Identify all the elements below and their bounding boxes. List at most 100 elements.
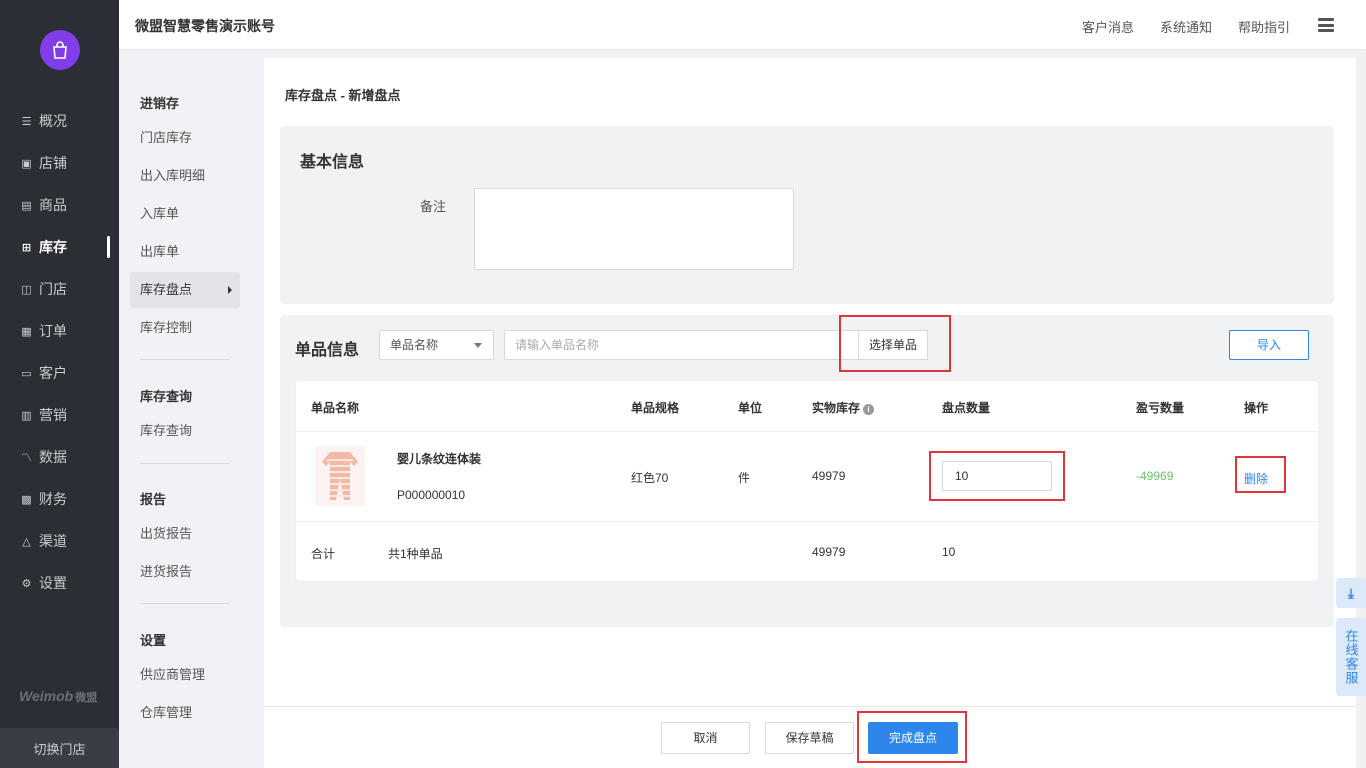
col-header-diff: 盈亏数量 [1136, 401, 1185, 415]
nav-item-customers[interactable]: ▭ 客户 [0, 352, 119, 394]
nav-item-overview[interactable]: ☰ 概况 [0, 100, 119, 142]
nav-item-orders[interactable]: ▦ 订单 [0, 310, 119, 352]
nav-item-marketing[interactable]: ▥ 营销 [0, 394, 119, 436]
subnav-item-store-stock[interactable]: 门店库存 [130, 120, 240, 156]
nav-item-channel[interactable]: △ 渠道 [0, 520, 119, 562]
divider [140, 359, 230, 360]
product-thumbnail [315, 446, 365, 506]
subnav-item-stock-control[interactable]: 库存控制 [130, 310, 240, 346]
nav-label: 店铺 [39, 155, 67, 171]
nav-item-shop[interactable]: ▣ 店铺 [0, 142, 119, 184]
line-chart-icon: 〽 [21, 452, 32, 464]
cancel-button[interactable]: 取消 [661, 722, 750, 754]
nav-label: 营销 [39, 407, 67, 423]
main-nav: ☰ 概况 ▣ 店铺 ▤ 商品 ⊞ 库存 ◫ 门店 ▦ 订单 ▭ 客户 ▥ 营销 〽数据 ▩ 财务 … [0, 0, 119, 768]
nav-label: 库存 [39, 239, 67, 255]
highlight-box [929, 451, 1065, 501]
product-stock: 49979 [812, 469, 846, 483]
breadcrumb: 库存盘点 - 新增盘点 [285, 88, 401, 103]
nav-label: 概况 [39, 113, 67, 129]
total-label: 合计 [311, 547, 336, 561]
divider [140, 603, 230, 604]
item-search-input[interactable] [504, 330, 859, 360]
info-icon[interactable]: i [863, 404, 875, 415]
divider [296, 431, 1318, 432]
highlight-box [1235, 456, 1286, 493]
subnav-item-inout-detail[interactable]: 出入库明细 [130, 158, 240, 194]
online-service-button[interactable]: 在线客服 [1336, 618, 1366, 696]
secondary-nav: 进销存 门店库存 出入库明细 入库单 出库单 库存盘点 库存控制 库存查询 库存… [119, 50, 264, 768]
col-header-name: 单品名称 [311, 401, 360, 415]
subnav-group-title: 进销存 [140, 96, 180, 111]
col-header-spec: 单品规格 [631, 401, 680, 415]
total-count: 10 [942, 545, 956, 559]
nav-label: 设置 [39, 575, 67, 591]
finance-icon: ▩ [21, 493, 32, 506]
store-logo[interactable] [40, 30, 80, 70]
brand-logo: Weimob 微盟 [19, 688, 97, 705]
nav-label: 门店 [39, 281, 67, 297]
account-title: 微盟智慧零售演示账号 [135, 18, 275, 34]
nav-item-data[interactable]: 〽数据 [0, 436, 119, 478]
subnav-item-stock-query[interactable]: 库存查询 [130, 413, 240, 449]
nav-item-settings[interactable]: ⚙ 设置 [0, 562, 119, 604]
subnav-item-inbound[interactable]: 入库单 [130, 196, 240, 232]
nav-label: 商品 [39, 197, 67, 213]
import-button[interactable]: 导入 [1229, 330, 1309, 360]
save-draft-button[interactable]: 保存草稿 [765, 722, 854, 754]
brand-name: Weimob [19, 688, 74, 704]
hamburger-menu-icon[interactable] [1318, 18, 1334, 32]
shop-icon: ▣ [21, 157, 32, 170]
total-stock: 49979 [812, 545, 846, 559]
col-header-action: 操作 [1244, 401, 1269, 415]
product-name: 婴儿条纹连体装 [397, 452, 482, 466]
subnav-group-title: 库存查询 [140, 389, 193, 404]
basic-info-panel: 基本信息 备注 [280, 126, 1334, 304]
product-unit: 件 [738, 471, 751, 485]
customer-messages-link[interactable]: 客户消息 [1082, 17, 1134, 36]
product-spec: 红色70 [631, 471, 669, 485]
system-notice-link[interactable]: 系统通知 [1160, 17, 1212, 36]
item-info-panel: 单品信息 单品名称 选择单品 导入 单品名称 单品规格 单位 实物库存i 盘点数… [280, 315, 1334, 627]
nav-item-stores[interactable]: ◫ 门店 [0, 268, 119, 310]
order-icon: ▦ [21, 325, 32, 338]
download-icon[interactable]: ⤓ [1336, 578, 1366, 608]
subnav-item-outbound[interactable]: 出库单 [130, 234, 240, 270]
gear-icon: ⚙ [21, 577, 32, 590]
nav-label: 订单 [39, 323, 67, 339]
divider [140, 463, 230, 464]
item-table: 单品名称 单品规格 单位 实物库存 i 盘点数量 盈亏数量 操作 婴儿条纹连体装… [295, 380, 1319, 582]
goods-icon: ▤ [21, 199, 32, 212]
highlight-box [857, 711, 967, 763]
chart-bar-icon: ▥ [21, 409, 32, 422]
subnav-item-stocktake[interactable]: 库存盘点 [130, 272, 240, 308]
highlight-box [839, 315, 951, 372]
diff-quantity: -49969 [1136, 469, 1174, 483]
col-header-stock-label: 实物库存 [812, 401, 861, 415]
nav-item-goods[interactable]: ▤ 商品 [0, 184, 119, 226]
vip-icon: ▭ [21, 367, 32, 380]
store-icon: ◫ [21, 283, 32, 296]
subnav-item-supplier[interactable]: 供应商管理 [130, 657, 240, 693]
search-field-select[interactable]: 单品名称 [379, 330, 494, 360]
top-header: 微盟智慧零售演示账号 客户消息 系统通知 帮助指引 [119, 0, 1366, 50]
subnav-group-title: 设置 [140, 633, 167, 648]
nav-label: 渠道 [39, 533, 67, 549]
col-header-unit: 单位 [738, 401, 763, 415]
col-header-stock: 实物库存 i [812, 399, 875, 416]
main-content: 库存盘点 - 新增盘点 基本信息 备注 单品信息 单品名称 选择单品 导入 单品… [264, 58, 1356, 768]
grid-icon: ⊞ [21, 241, 32, 254]
subnav-item-warehouse[interactable]: 仓库管理 [130, 695, 240, 731]
switch-store-button[interactable]: 切换门店 [0, 728, 119, 768]
nav-item-inventory[interactable]: ⊞ 库存 [0, 226, 119, 268]
list-icon: ☰ [21, 115, 32, 128]
remark-label: 备注 [420, 199, 447, 214]
help-guide-link[interactable]: 帮助指引 [1238, 17, 1290, 36]
remark-textarea[interactable] [474, 188, 794, 270]
subnav-item-shipment-report[interactable]: 出货报告 [130, 516, 240, 552]
total-summary: 共1种单品 [388, 547, 443, 561]
subnav-item-purchase-report[interactable]: 进货报告 [130, 554, 240, 590]
nav-item-finance[interactable]: ▩ 财务 [0, 478, 119, 520]
nav-label: 数据 [39, 449, 67, 465]
item-info-title: 单品信息 [295, 342, 360, 359]
